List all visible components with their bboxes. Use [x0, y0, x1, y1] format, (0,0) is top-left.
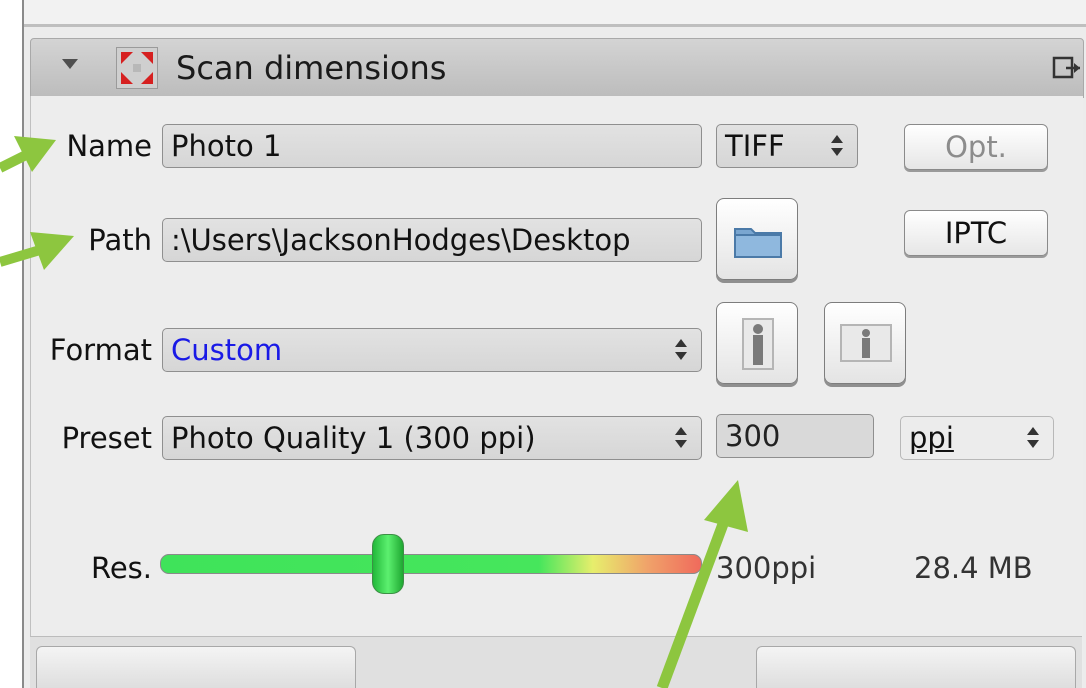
resolution-input[interactable]: 300	[716, 414, 874, 458]
format-label: Format	[49, 333, 152, 367]
preset-stepper-icon	[673, 417, 691, 459]
resolution-slider-thumb[interactable]	[371, 534, 404, 594]
iptc-button[interactable]: IPTC	[904, 210, 1048, 256]
landscape-orientation-icon	[840, 324, 892, 362]
options-button[interactable]: Opt.	[904, 124, 1048, 170]
portrait-orientation-icon	[742, 318, 774, 370]
name-label: Name	[66, 129, 152, 163]
panel-body	[30, 96, 1083, 688]
detach-panel-icon[interactable]	[1052, 55, 1082, 81]
preset-label: Preset	[61, 421, 152, 455]
file-type-select[interactable]: TIFF	[716, 124, 858, 168]
path-input[interactable]: :\Users\JacksonHodges\Desktop	[162, 218, 702, 262]
file-size-readout: 28.4 MB	[914, 551, 1033, 585]
resolution-slider-track[interactable]	[160, 554, 702, 574]
format-stepper-icon	[673, 329, 691, 371]
folder-icon	[734, 228, 782, 258]
panel-title: Scan dimensions	[176, 49, 447, 87]
collapse-triangle-icon[interactable]	[62, 59, 78, 69]
file-type-stepper-icon	[829, 125, 847, 167]
scan-area-icon	[116, 47, 158, 89]
landscape-orientation-button[interactable]	[824, 302, 906, 384]
unit-select[interactable]: ppi	[900, 416, 1054, 460]
browse-folder-button[interactable]	[716, 198, 798, 280]
preset-value: Photo Quality 1 (300 ppi)	[171, 421, 536, 455]
top-strip	[24, 0, 1086, 27]
unit-value: ppi	[909, 421, 954, 455]
screenshot-stage: Scan dimensions Name Photo 1 TIFF Opt. P…	[0, 0, 1086, 688]
resolution-readout: 300ppi	[716, 551, 817, 585]
left-panel-border	[0, 0, 24, 688]
footer-tab-right[interactable]	[756, 646, 1076, 688]
path-label: Path	[88, 223, 152, 257]
footer-tab-left[interactable]	[36, 646, 356, 688]
format-select[interactable]: Custom	[162, 328, 702, 372]
unit-stepper-icon	[1025, 417, 1043, 459]
name-input[interactable]: Photo 1	[162, 124, 702, 168]
file-type-value: TIFF	[725, 129, 785, 163]
portrait-orientation-button[interactable]	[716, 302, 798, 384]
resolution-label: Res.	[90, 551, 152, 585]
preset-select[interactable]: Photo Quality 1 (300 ppi)	[162, 416, 702, 460]
format-value: Custom	[171, 333, 283, 367]
